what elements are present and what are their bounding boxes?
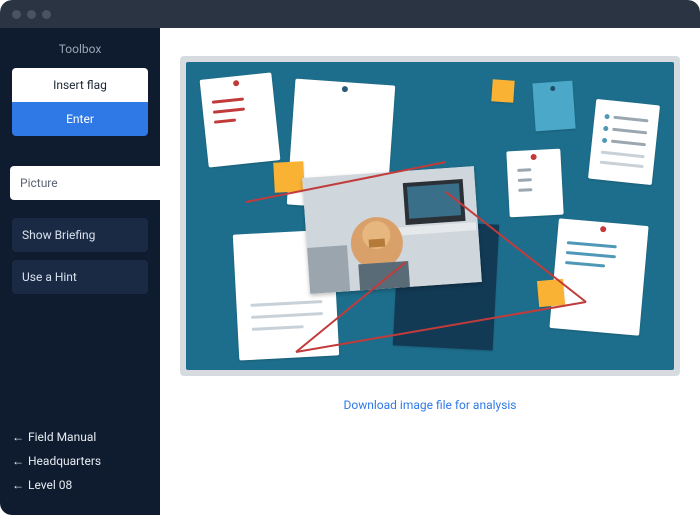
download-link[interactable]: Download image file for analysis xyxy=(344,398,517,412)
handwriting-line xyxy=(212,97,244,103)
pin-icon xyxy=(530,154,536,160)
handwriting-line xyxy=(567,241,617,248)
photo-illustration xyxy=(302,166,482,294)
window-dot xyxy=(12,10,21,19)
evidence-photo xyxy=(302,166,482,294)
sticky-note xyxy=(273,161,305,193)
handwriting-line xyxy=(214,118,236,123)
picture-tab[interactable]: Picture xyxy=(10,166,160,200)
text-line xyxy=(250,300,322,307)
sticky-note xyxy=(491,79,514,102)
text-line xyxy=(252,325,304,331)
paper-note xyxy=(200,72,281,167)
text-line xyxy=(518,178,532,182)
insert-flag-button[interactable]: Insert flag xyxy=(12,68,148,102)
sticky-note xyxy=(537,279,565,307)
evidence-board xyxy=(180,56,680,376)
enter-button[interactable]: Enter xyxy=(12,102,148,136)
text-line xyxy=(517,168,531,172)
window-dot xyxy=(27,10,36,19)
arrow-left-icon: ← xyxy=(12,454,24,468)
handwriting-line xyxy=(566,251,616,258)
paper-note xyxy=(506,149,563,218)
nav-field-manual[interactable]: ← Field Manual xyxy=(12,425,148,449)
content-area: Download image file for analysis xyxy=(160,28,700,515)
window-dot xyxy=(42,10,51,19)
blue-card xyxy=(532,81,575,132)
main-layout: Toolbox Insert flag Enter Picture Show B… xyxy=(0,28,700,515)
pin-icon xyxy=(233,80,240,87)
nav-headquarters[interactable]: ← Headquarters xyxy=(12,449,148,473)
window-titlebar xyxy=(0,0,700,28)
text-line xyxy=(518,188,532,192)
pin-icon xyxy=(342,86,348,92)
nav-label: Headquarters xyxy=(28,454,101,468)
pin-icon xyxy=(600,226,607,233)
arrow-left-icon: ← xyxy=(12,430,24,444)
list-card xyxy=(588,99,660,185)
sidebar-title: Toolbox xyxy=(12,42,148,56)
paper-note xyxy=(549,218,648,335)
sidebar: Toolbox Insert flag Enter Picture Show B… xyxy=(0,28,160,515)
pin-icon xyxy=(550,86,555,91)
board-surface xyxy=(186,62,674,370)
app-window: Toolbox Insert flag Enter Picture Show B… xyxy=(0,0,700,515)
handwriting-line xyxy=(565,261,605,267)
nav-level[interactable]: ← Level 08 xyxy=(12,473,148,497)
text-line xyxy=(251,312,323,319)
arrow-left-icon: ← xyxy=(12,478,24,492)
use-hint-button[interactable]: Use a Hint xyxy=(12,260,148,294)
nav-label: Level 08 xyxy=(28,478,72,492)
show-briefing-button[interactable]: Show Briefing xyxy=(12,218,148,252)
nav-label: Field Manual xyxy=(28,430,96,444)
handwriting-line xyxy=(213,107,245,113)
